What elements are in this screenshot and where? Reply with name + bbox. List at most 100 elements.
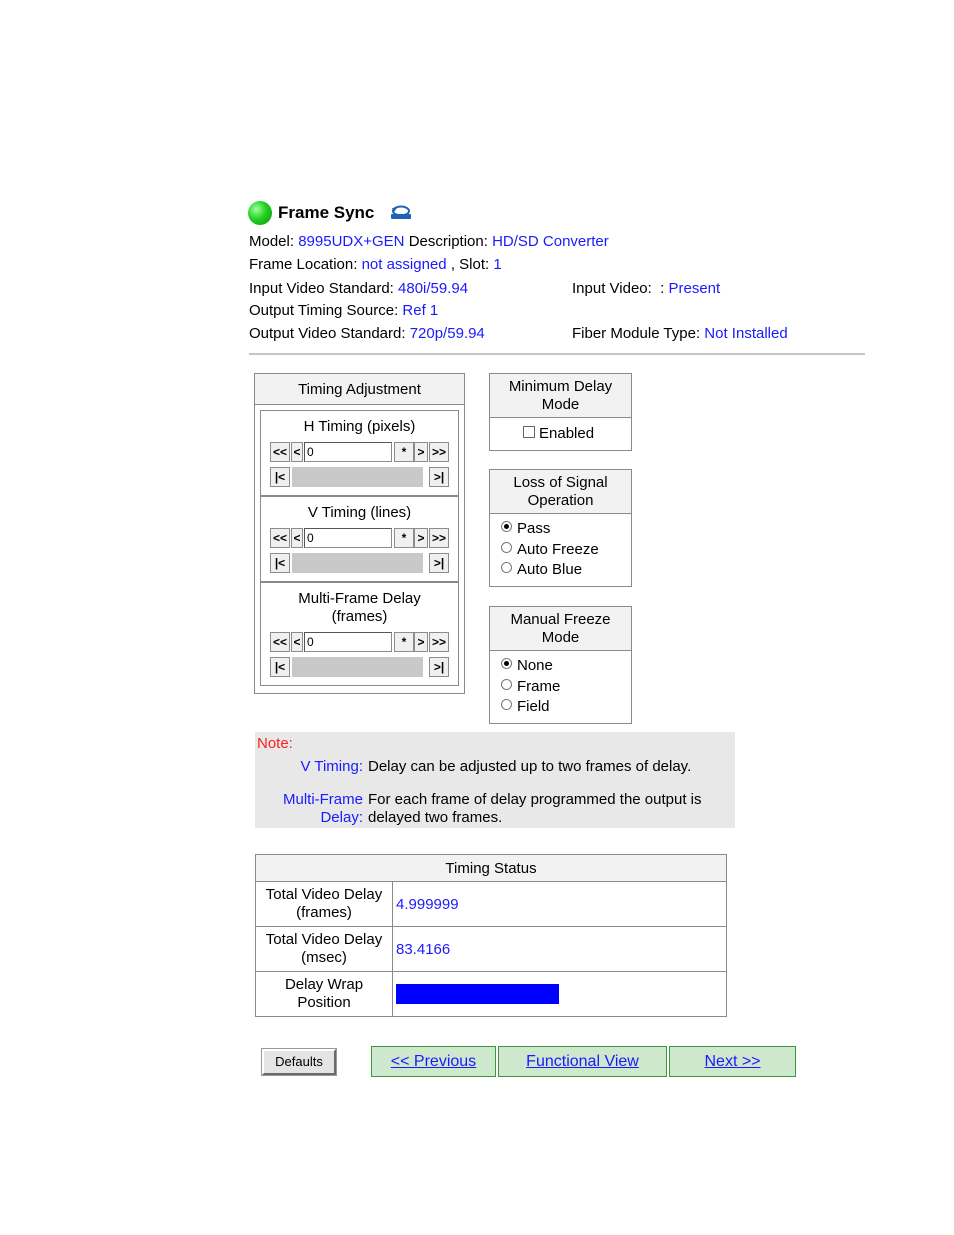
radio-selected-icon[interactable] [501,658,512,669]
radio-icon[interactable] [501,699,512,710]
page-title: Frame Sync [278,203,375,222]
h-timing-input[interactable]: 0 [304,442,392,462]
row-label-cell: Total Video Delay (msec) [255,926,393,972]
table-row: Total Video Delay (msec) 83.4166 [255,926,727,972]
radio-icon[interactable] [501,542,512,553]
note-multi-frame-text-2: delayed two frames. [368,809,503,826]
manual-freeze-panel: Manual Freeze Mode None Frame Field [489,606,632,724]
output-video-standard-value: 720p/59.94 [409,325,485,342]
h-timing-end-button[interactable]: >| [429,467,449,487]
output-video-standard-label: Output Video Standard: [249,325,406,342]
note-delay-label: Delay: [320,809,363,826]
h-timing-fast-fwd-button[interactable]: >> [429,442,449,462]
mfd-slider[interactable] [292,657,423,677]
total-delay-frames-unit: (frames) [296,904,352,921]
slot-label: , Slot: [450,256,490,273]
description-label: Description: [408,233,488,250]
output-timing-source-value: Ref 1 [402,302,439,319]
output-video-standard-line: Output Video Standard: 720p/59.94 [249,325,485,342]
mf-option-field[interactable]: Field [501,698,550,715]
h-timing-fwd-button[interactable]: > [414,442,428,462]
timing-adjustment-title: Timing Adjustment [298,381,421,398]
h-timing-label: H Timing (pixels) [303,418,416,435]
delay-wrap-cell [392,971,727,1017]
h-timing-star-button[interactable]: * [394,442,414,462]
multi-frame-delay-label: Multi-Frame Delay [298,590,421,607]
minimum-delay-title-2: Mode [541,396,580,413]
input-video-sep: : [660,280,665,297]
delay-wrap-unit: Position [297,994,351,1011]
previous-button[interactable]: << Previous [371,1046,496,1077]
mfd-star-button[interactable]: * [394,632,414,652]
row-label-cell: Delay Wrap Position [255,971,393,1017]
mf-none-label: None [517,657,553,674]
mfd-back-button[interactable]: < [291,632,303,652]
radio-icon[interactable] [501,562,512,573]
los-option-auto-blue[interactable]: Auto Blue [501,561,582,578]
functional-view-button[interactable]: Functional View [498,1046,667,1077]
mfd-end-button[interactable]: >| [429,657,449,677]
v-timing-fast-fwd-button[interactable]: >> [429,528,449,548]
h-timing-control: H Timing (pixels) << < 0 * > >> |< >| [260,410,459,496]
timing-status-table: Timing Status Total Video Delay (frames)… [255,854,727,1017]
note-multi-frame-label: Multi-Frame [282,791,363,808]
h-timing-start-button[interactable]: |< [270,467,290,487]
description-value: HD/SD Converter [492,233,609,250]
mfd-input[interactable]: 0 [304,632,392,652]
enabled-label: Enabled [539,425,595,442]
output-timing-source-line: Output Timing Source: Ref 1 [249,302,438,319]
header-divider [249,353,865,355]
h-timing-fast-back-button[interactable]: << [270,442,290,462]
v-timing-star-button[interactable]: * [394,528,414,548]
mfd-fast-back-button[interactable]: << [270,632,290,652]
input-video-line: Input Video: : Present [572,280,720,297]
defaults-button[interactable]: Defaults [261,1048,337,1076]
mf-option-none[interactable]: None [501,657,553,674]
total-delay-frames-label: Total Video Delay [265,886,383,903]
frame-location-line: Frame Location: not assigned , Slot: 1 [249,256,502,273]
manual-freeze-title-2: Mode [541,629,580,646]
input-video-standard-value: 480i/59.94 [398,280,469,297]
manual-freeze-title-1: Manual Freeze [510,611,611,628]
mfd-fast-fwd-button[interactable]: >> [429,632,449,652]
total-delay-msec-label: Total Video Delay [265,931,383,948]
mf-option-frame[interactable]: Frame [501,678,560,695]
slot-value: 1 [493,256,502,273]
los-option-auto-freeze[interactable]: Auto Freeze [501,541,599,558]
h-timing-back-button[interactable]: < [291,442,303,462]
v-timing-fast-back-button[interactable]: << [270,528,290,548]
model-label: Model: [249,233,295,250]
loss-of-signal-title-1: Loss of Signal [513,474,608,491]
v-timing-control: V Timing (lines) << < 0 * > >> |< >| [260,496,459,582]
timing-status-title: Timing Status [255,854,727,882]
v-timing-fwd-button[interactable]: > [414,528,428,548]
h-timing-slider[interactable] [292,467,423,487]
mfd-fwd-button[interactable]: > [414,632,428,652]
v-timing-slider[interactable] [292,553,423,573]
total-delay-msec-value: 83.4166 [392,926,727,972]
note-box: Note: V Timing: Delay can be adjusted up… [255,732,735,828]
checkbox-icon[interactable] [523,426,535,438]
v-timing-end-button[interactable]: >| [429,553,449,573]
radio-selected-icon[interactable] [501,521,512,532]
minimum-delay-panel: Minimum Delay Mode Enabled [489,373,632,451]
v-timing-start-button[interactable]: |< [270,553,290,573]
input-video-value: Present [668,280,721,297]
input-video-standard-label: Input Video Standard: [249,280,394,297]
v-timing-input[interactable]: 0 [304,528,392,548]
refresh-icon[interactable] [390,204,412,220]
multi-frame-delay-control: Multi-Frame Delay (frames) << < 0 * > >>… [260,582,459,686]
minimum-delay-enabled-checkbox[interactable]: Enabled [523,425,594,442]
frame-location-value: not assigned [361,256,447,273]
mfd-start-button[interactable]: |< [270,657,290,677]
los-pass-label: Pass [517,520,551,537]
note-v-timing-text: Delay can be adjusted up to two frames o… [368,758,692,775]
radio-icon[interactable] [501,679,512,690]
loss-of-signal-title-2: Operation [527,492,594,509]
note-v-timing-label: V Timing: [300,758,363,775]
fiber-module-label: Fiber Module Type: [572,325,701,342]
v-timing-back-button[interactable]: < [291,528,303,548]
next-button[interactable]: Next >> [669,1046,796,1077]
los-auto-blue-label: Auto Blue [517,561,583,578]
los-option-pass[interactable]: Pass [501,520,550,537]
